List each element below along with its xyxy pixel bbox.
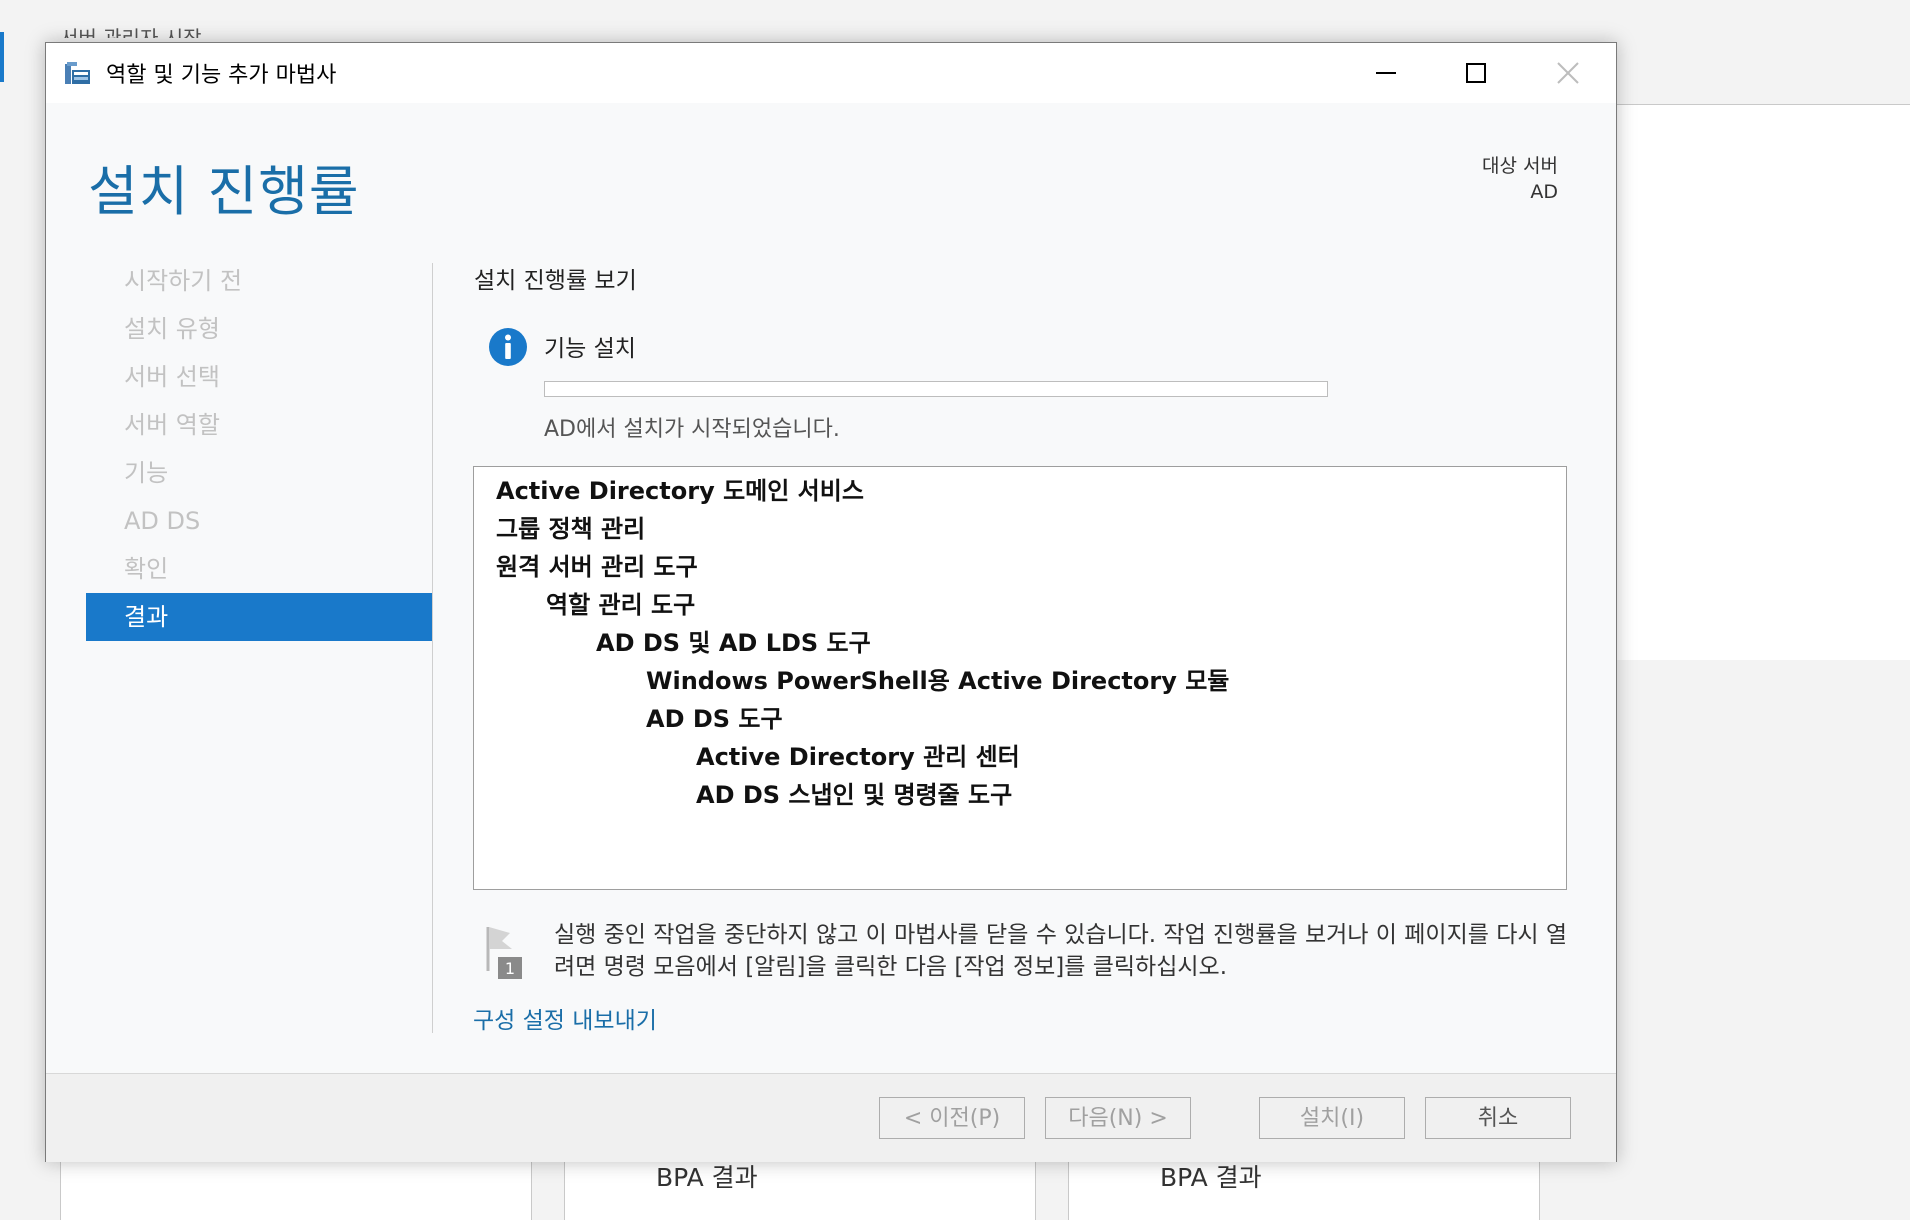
installation-progress-bar <box>544 381 1328 397</box>
close-icon <box>1557 62 1579 84</box>
feature-list-item: 원격 서버 관리 도구 <box>496 553 698 581</box>
cancel-button[interactable]: 취소 <box>1425 1097 1571 1139</box>
maximize-button[interactable] <box>1432 43 1520 103</box>
info-icon <box>489 328 527 366</box>
background-panel-lower <box>1612 660 1910 1212</box>
background-tile <box>1068 1160 1540 1220</box>
target-server-label: 대상 서버 <box>1482 155 1558 177</box>
nav-item-results[interactable]: 결과 <box>86 593 432 641</box>
maximize-icon <box>1466 63 1486 83</box>
title-bar[interactable]: 역할 및 기능 추가 마법사 <box>46 43 1616 103</box>
minimize-icon <box>1376 72 1396 74</box>
wizard-nav: 시작하기 전 설치 유형 서버 선택 서버 역할 기능 AD DS 확인 결과 <box>86 257 432 641</box>
nav-item-installation-type: 설치 유형 <box>124 315 220 343</box>
feature-list-item: AD DS 및 AD LDS 도구 <box>596 629 871 657</box>
installed-features-list[interactable]: Active Directory 도메인 서비스그룹 정책 관리원격 서버 관리… <box>473 466 1567 890</box>
minimize-button[interactable] <box>1342 43 1430 103</box>
installation-status: AD에서 설치가 시작되었습니다. <box>544 417 840 442</box>
close-button[interactable] <box>1524 43 1612 103</box>
server-manager-icon <box>65 62 90 84</box>
install-button[interactable]: 설치(I) <box>1259 1097 1405 1139</box>
window-title: 역할 및 기능 추가 마법사 <box>106 63 337 88</box>
nav-item-features: 기능 <box>124 459 169 487</box>
background-selection-bar <box>0 32 4 82</box>
feature-list-item: AD DS 스냅인 및 명령줄 도구 <box>696 781 1013 809</box>
background-tile <box>60 1160 532 1220</box>
notification-flag-icon: 1 <box>486 927 522 979</box>
next-button[interactable]: 다음(N) > <box>1045 1097 1191 1139</box>
nav-item-confirmation: 확인 <box>124 555 169 583</box>
feature-list-item: AD DS 도구 <box>646 705 783 733</box>
export-configuration-link[interactable]: 구성 설정 내보내기 <box>473 1001 657 1035</box>
section-title: 설치 진행률 보기 <box>474 268 637 294</box>
nav-divider <box>432 263 433 1033</box>
background-bpa-label: BPA 결과 <box>656 1163 758 1192</box>
close-wizard-note: 실행 중인 작업을 중단하지 않고 이 마법사를 닫을 수 있습니다. 작업 진… <box>554 922 1568 980</box>
nav-item-ad-ds: AD DS <box>124 507 201 535</box>
feature-list-item: Windows PowerShell용 Active Directory 모듈 <box>646 667 1230 695</box>
background-panel <box>1612 104 1910 662</box>
nav-item-server-selection: 서버 선택 <box>124 363 220 391</box>
background-bpa-label: BPA 결과 <box>1160 1163 1262 1192</box>
feature-list-item: Active Directory 도메인 서비스 <box>496 477 864 505</box>
target-server-value: AD <box>1530 181 1558 203</box>
background-tile <box>564 1160 1036 1220</box>
notification-badge: 1 <box>505 959 515 978</box>
feature-installation-label: 기능 설치 <box>544 336 636 362</box>
nav-item-before-you-begin: 시작하기 전 <box>124 267 243 295</box>
feature-list-item: Active Directory 관리 센터 <box>696 743 1020 771</box>
add-roles-wizard-dialog: 역할 및 기능 추가 마법사 설치 진행률 대상 서버 AD 시작하기 전 설치… <box>45 42 1617 1162</box>
feature-list-item: 그룹 정책 관리 <box>496 515 646 543</box>
feature-list-item: 역할 관리 도구 <box>546 591 696 619</box>
page-title: 설치 진행률 <box>88 160 360 223</box>
previous-button[interactable]: < 이전(P) <box>879 1097 1025 1139</box>
background-window-title: 서버 관리자 시작 <box>60 26 202 38</box>
nav-item-server-roles: 서버 역할 <box>124 411 220 439</box>
